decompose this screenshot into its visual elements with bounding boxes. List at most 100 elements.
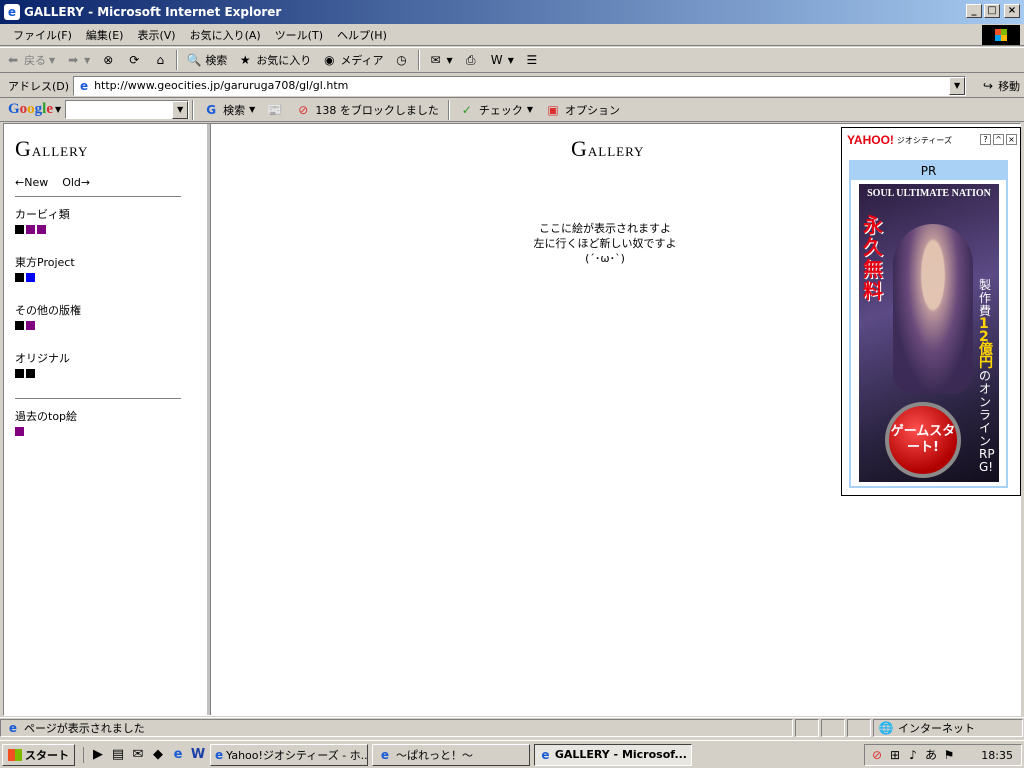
- clock: 18:35: [981, 748, 1013, 762]
- nav-old-link[interactable]: Old→: [62, 176, 90, 189]
- minimize-button[interactable]: _: [966, 4, 982, 18]
- standard-toolbar: ⬅ 戻る ▼ ➡ ▼ ⊗ ⟳ ⌂ 🔍 検索 ★ お気に入り ◉ メディア ◷ ✉…: [0, 47, 1024, 73]
- emoticon: (´･ω･`): [585, 252, 625, 265]
- security-icon[interactable]: ⊘: [869, 747, 885, 763]
- menu-favorites[interactable]: お気に入り(A): [183, 27, 268, 43]
- left-frame: GALLERY ←New Old→ カービィ類 東方Project その他の版権: [4, 124, 210, 715]
- mail-button[interactable]: ✉ ▼: [423, 49, 458, 71]
- thumb-link[interactable]: [26, 369, 35, 378]
- print-button[interactable]: ⎙: [458, 49, 484, 71]
- forward-button[interactable]: ➡ ▼: [60, 49, 95, 71]
- desktop-icon[interactable]: ▤: [110, 747, 126, 763]
- chevron-down-icon[interactable]: ▼: [84, 56, 90, 65]
- media-button[interactable]: ◉ メディア: [316, 49, 388, 71]
- quick-launch: ▶ ▤ ✉ ◆ e W: [83, 746, 206, 763]
- refresh-icon: ⟳: [129, 53, 140, 67]
- edit-button[interactable]: W ▼: [484, 49, 519, 71]
- ad-banner[interactable]: SOUL ULTIMATE NATION 永久無料 製作費12億円のオンラインR…: [859, 184, 999, 482]
- task-gallery[interactable]: e GALLERY - Microsof...: [534, 743, 692, 766]
- google-search-field[interactable]: ▼: [65, 100, 190, 119]
- home-button[interactable]: ⌂: [147, 49, 173, 71]
- divider: [15, 196, 181, 198]
- banner-cost-2: のオンラインRPG!: [979, 369, 995, 474]
- network-icon[interactable]: ⊞: [887, 747, 903, 763]
- google-logo[interactable]: Google: [8, 101, 53, 118]
- thumb-link[interactable]: [26, 225, 35, 234]
- stop-button[interactable]: ⊗: [95, 49, 121, 71]
- menu-tools[interactable]: ツール(T): [268, 27, 330, 43]
- maximize-button[interactable]: □: [984, 4, 1000, 18]
- outlook-icon[interactable]: ✉: [130, 747, 146, 763]
- thumb-link[interactable]: [15, 273, 24, 282]
- thumbnail-links: [15, 369, 207, 378]
- favorites-icon: ★: [239, 53, 251, 67]
- google-search-button[interactable]: G 検索 ▼: [197, 102, 261, 118]
- popup-blocker-button[interactable]: ⊘ 138 をブロックしました: [289, 102, 445, 118]
- ie-icon: e: [215, 747, 224, 762]
- search-button[interactable]: 🔍 検索: [181, 49, 232, 71]
- address-dropdown-button[interactable]: ▼: [949, 76, 966, 95]
- message-line: ここに絵が表示されますよ: [539, 222, 671, 235]
- history-button[interactable]: ◷: [389, 49, 415, 71]
- back-button[interactable]: ⬅ 戻る ▼: [0, 49, 60, 71]
- go-button[interactable]: ↪ 移動: [980, 78, 1020, 94]
- update-icon[interactable]: ⚑: [941, 747, 957, 763]
- thumb-link[interactable]: [15, 225, 24, 234]
- spellcheck-button[interactable]: ✓ チェック ▼: [453, 102, 539, 118]
- thumbnail-links: [15, 273, 207, 282]
- status-bar: e ページが表示されました 🌐 インターネット: [0, 717, 1024, 737]
- task-yahoo[interactable]: e Yahoo!ジオシティーズ - ホ...: [210, 743, 368, 766]
- thumb-link[interactable]: [26, 321, 35, 330]
- word-icon[interactable]: W: [190, 747, 206, 763]
- status-cell: [847, 718, 871, 737]
- system-tray: ⊘ ⊞ ♪ あ ⚑ 18:35: [864, 744, 1022, 766]
- chevron-down-icon[interactable]: ▼: [55, 105, 61, 114]
- main-logo: GALLERY: [571, 136, 644, 162]
- address-field[interactable]: e ▼: [73, 75, 967, 96]
- start-button[interactable]: スタート: [2, 743, 75, 766]
- address-input[interactable]: [94, 79, 945, 92]
- media-player-icon[interactable]: ▶: [90, 747, 106, 763]
- options-button[interactable]: ▣ オプション: [539, 102, 626, 118]
- news-button[interactable]: 📰: [261, 102, 289, 118]
- menu-view[interactable]: 表示(V): [130, 27, 182, 43]
- app-icon[interactable]: ◆: [150, 747, 166, 763]
- ie-icon: e: [4, 4, 20, 20]
- favorites-label: お気に入り: [256, 54, 312, 67]
- discuss-button[interactable]: ☰: [519, 49, 545, 71]
- yahoo-logo[interactable]: YAHOO!: [847, 133, 894, 147]
- menu-file[interactable]: ファイル(F): [6, 27, 79, 43]
- close-icon[interactable]: ×: [1006, 134, 1017, 145]
- favorites-button[interactable]: ★ お気に入り: [232, 49, 316, 71]
- zone-label: インターネット: [898, 721, 975, 735]
- ime-icon[interactable]: あ: [923, 747, 939, 763]
- history-icon: ◷: [396, 53, 407, 67]
- search-label: 検索: [205, 54, 228, 67]
- nav-new-link[interactable]: ←New: [15, 176, 48, 189]
- category-title: 東方Project: [15, 256, 75, 269]
- news-icon: 📰: [267, 102, 283, 117]
- chevron-down-icon: ▼: [446, 55, 453, 65]
- thumb-link[interactable]: [15, 321, 24, 330]
- menu-edit[interactable]: 編集(E): [79, 27, 131, 43]
- google-search-input[interactable]: [66, 101, 172, 117]
- volume-icon[interactable]: ♪: [905, 747, 921, 763]
- menu-help[interactable]: ヘルプ(H): [330, 27, 394, 43]
- chevron-down-icon[interactable]: ▼: [49, 56, 55, 65]
- close-button[interactable]: ×: [1004, 4, 1020, 18]
- thumb-link[interactable]: [26, 273, 35, 282]
- google-dropdown-button[interactable]: ▼: [172, 101, 189, 119]
- thumb-link[interactable]: [15, 427, 24, 436]
- help-icon[interactable]: ?: [980, 134, 991, 145]
- chevron-down-icon: ▼: [526, 105, 533, 114]
- task-palette[interactable]: e ～ぱれっと！～: [372, 743, 530, 766]
- toolbar-separator: [447, 99, 450, 120]
- game-start-button[interactable]: ゲームスタート!: [885, 402, 961, 478]
- task-label: GALLERY - Microsof...: [554, 748, 687, 761]
- collapse-icon[interactable]: ^: [993, 134, 1004, 145]
- ie-icon[interactable]: e: [170, 747, 186, 763]
- thumb-link[interactable]: [15, 369, 24, 378]
- refresh-button[interactable]: ⟳: [121, 49, 147, 71]
- thumb-link[interactable]: [37, 225, 46, 234]
- address-bar: アドレス(D) e ▼ ↪ 移動: [0, 74, 1024, 98]
